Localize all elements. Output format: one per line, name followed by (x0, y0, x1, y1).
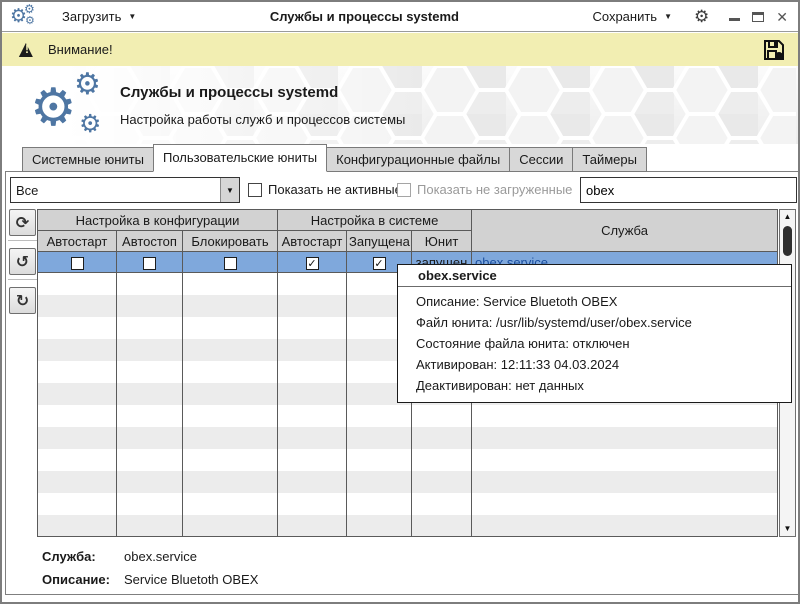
save-file-icon[interactable] (762, 38, 786, 62)
service-tooltip: obex.service Описание: Service Bluetoth … (397, 264, 792, 403)
checkbox-box[interactable] (248, 183, 262, 197)
footer-description-line: Описание: Service Bluetoth OBEX (42, 572, 258, 587)
tab-config-files[interactable]: Конфигурационные файлы (326, 147, 510, 172)
window-title: Службы и процессы systemd (144, 9, 584, 24)
service-label: Служба: (42, 549, 124, 564)
warning-bar: ▲ ! Внимание! (2, 33, 798, 66)
gear-icon: ⚙ (24, 3, 35, 15)
table-row[interactable] (38, 515, 778, 537)
checkbox-box (397, 183, 411, 197)
show-unloaded-label: Показать не загруженные (417, 182, 572, 197)
tooltip-deactivated: Деактивирован: нет данных (398, 375, 791, 396)
maximize-button[interactable] (752, 12, 764, 22)
footer-service-line: Служба: obex.service (42, 549, 197, 564)
description-value: Service Bluetoth OBEX (124, 572, 258, 587)
close-button[interactable]: ✕ (776, 10, 788, 24)
settings-gear-button[interactable]: ⚙ (694, 8, 709, 25)
page-subtitle: Настройка работы служб и процессов систе… (120, 112, 405, 127)
table-row[interactable] (38, 405, 778, 427)
column-header-autostart-system: Автостарт (278, 231, 347, 252)
autostart-system-checkbox[interactable]: ✓ (306, 257, 319, 270)
gear-icon: ⚙ (25, 16, 35, 27)
autostart-config-checkbox[interactable] (71, 257, 84, 270)
titlebar: ⚙ ⚙ ⚙ Загрузить ▼ Службы и процессы syst… (2, 2, 798, 32)
chevron-down-icon[interactable]: ▼ (220, 178, 239, 202)
group-header-system: Настройка в системе (278, 210, 472, 231)
tooltip-unit-file: Файл юнита: /usr/lib/systemd/user/obex.s… (398, 312, 791, 333)
warning-text: Внимание! (48, 42, 113, 57)
tooltip-activated: Активирован: 12:11:33 04.03.2024 (398, 354, 791, 375)
tab-bar: Системные юниты Пользовательские юниты К… (22, 144, 646, 172)
gear-icon: ⚙ (30, 82, 77, 134)
history-button[interactable]: ↺ (9, 248, 36, 275)
chevron-down-icon: ▼ (128, 13, 136, 21)
autostop-checkbox[interactable] (143, 257, 156, 270)
filter-row: Все ▼ Показать не активные Показать не з… (6, 177, 798, 205)
toolbar-separator (8, 279, 38, 280)
tooltip-description: Описание: Service Bluetoth OBEX (398, 291, 791, 312)
column-header-unit: Юнит (412, 231, 472, 252)
save-dropdown-label: Сохранить (592, 9, 657, 24)
side-toolbar: ⟳ ↺ ↻ (8, 209, 38, 318)
minimize-button[interactable] (729, 18, 740, 21)
description-label: Описание: (42, 572, 124, 587)
refresh-button[interactable]: ⟳ (9, 209, 36, 236)
reload-button[interactable]: ↻ (9, 287, 36, 314)
scroll-down-arrow[interactable]: ▼ (780, 522, 795, 536)
warning-triangle-icon: ▲ ! (14, 38, 40, 62)
running-checkbox[interactable]: ✓ (373, 257, 386, 270)
load-dropdown-label: Загрузить (62, 9, 121, 24)
column-header-autostop: Автостоп (117, 231, 183, 252)
table-row[interactable] (38, 427, 778, 449)
app-gears-icon: ⚙ ⚙ ⚙ (12, 5, 38, 29)
tooltip-body: Описание: Service Bluetoth OBEX Файл юни… (398, 287, 791, 402)
tab-system-units[interactable]: Системные юниты (22, 147, 154, 172)
header-banner: ⚙ ⚙ ⚙ Службы и процессы systemd Настройк… (2, 66, 798, 144)
tab-user-units[interactable]: Пользовательские юниты (153, 144, 327, 172)
block-checkbox[interactable] (224, 257, 237, 270)
gear-icon: ⚙ (79, 112, 101, 137)
column-header-running: Запущена (347, 231, 412, 252)
tooltip-unit-file-state: Состояние файла юнита: отключен (398, 333, 791, 354)
column-header-block: Блокировать (183, 231, 278, 252)
scrollbar-thumb[interactable] (783, 226, 792, 256)
show-inactive-label: Показать не активные (268, 182, 402, 197)
table-row[interactable] (38, 471, 778, 493)
show-inactive-checkbox[interactable]: Показать не активные (248, 182, 402, 197)
tab-sessions[interactable]: Сессии (509, 147, 573, 172)
scope-combobox[interactable]: Все ▼ (10, 177, 240, 203)
scope-combobox-value: Все (11, 183, 220, 198)
tab-timers[interactable]: Таймеры (572, 147, 647, 172)
group-header-config: Настройка в конфигурации (38, 210, 278, 231)
app-window: ⚙ ⚙ ⚙ Загрузить ▼ Службы и процессы syst… (0, 0, 800, 604)
search-input[interactable] (580, 177, 797, 203)
service-value: obex.service (124, 549, 197, 564)
table-header: Настройка в конфигурации Настройка в сис… (38, 210, 778, 252)
app-gears-logo: ⚙ ⚙ ⚙ (30, 72, 116, 140)
chevron-down-icon: ▼ (664, 13, 672, 21)
table-row[interactable] (38, 493, 778, 515)
show-unloaded-checkbox: Показать не загруженные (397, 182, 572, 197)
tooltip-title: obex.service (398, 265, 791, 287)
load-dropdown-button[interactable]: Загрузить ▼ (54, 5, 144, 28)
scroll-up-arrow[interactable]: ▲ (780, 210, 795, 224)
gear-icon: ⚙ (74, 70, 101, 100)
exclamation-glyph: ! (14, 42, 40, 56)
column-header-autostart-config: Автостарт (38, 231, 117, 252)
table-row[interactable] (38, 449, 778, 471)
column-header-service: Служба (472, 210, 778, 252)
page-title: Службы и процессы systemd (120, 84, 338, 101)
save-dropdown-button[interactable]: Сохранить ▼ (584, 5, 680, 28)
toolbar-separator (8, 240, 38, 241)
